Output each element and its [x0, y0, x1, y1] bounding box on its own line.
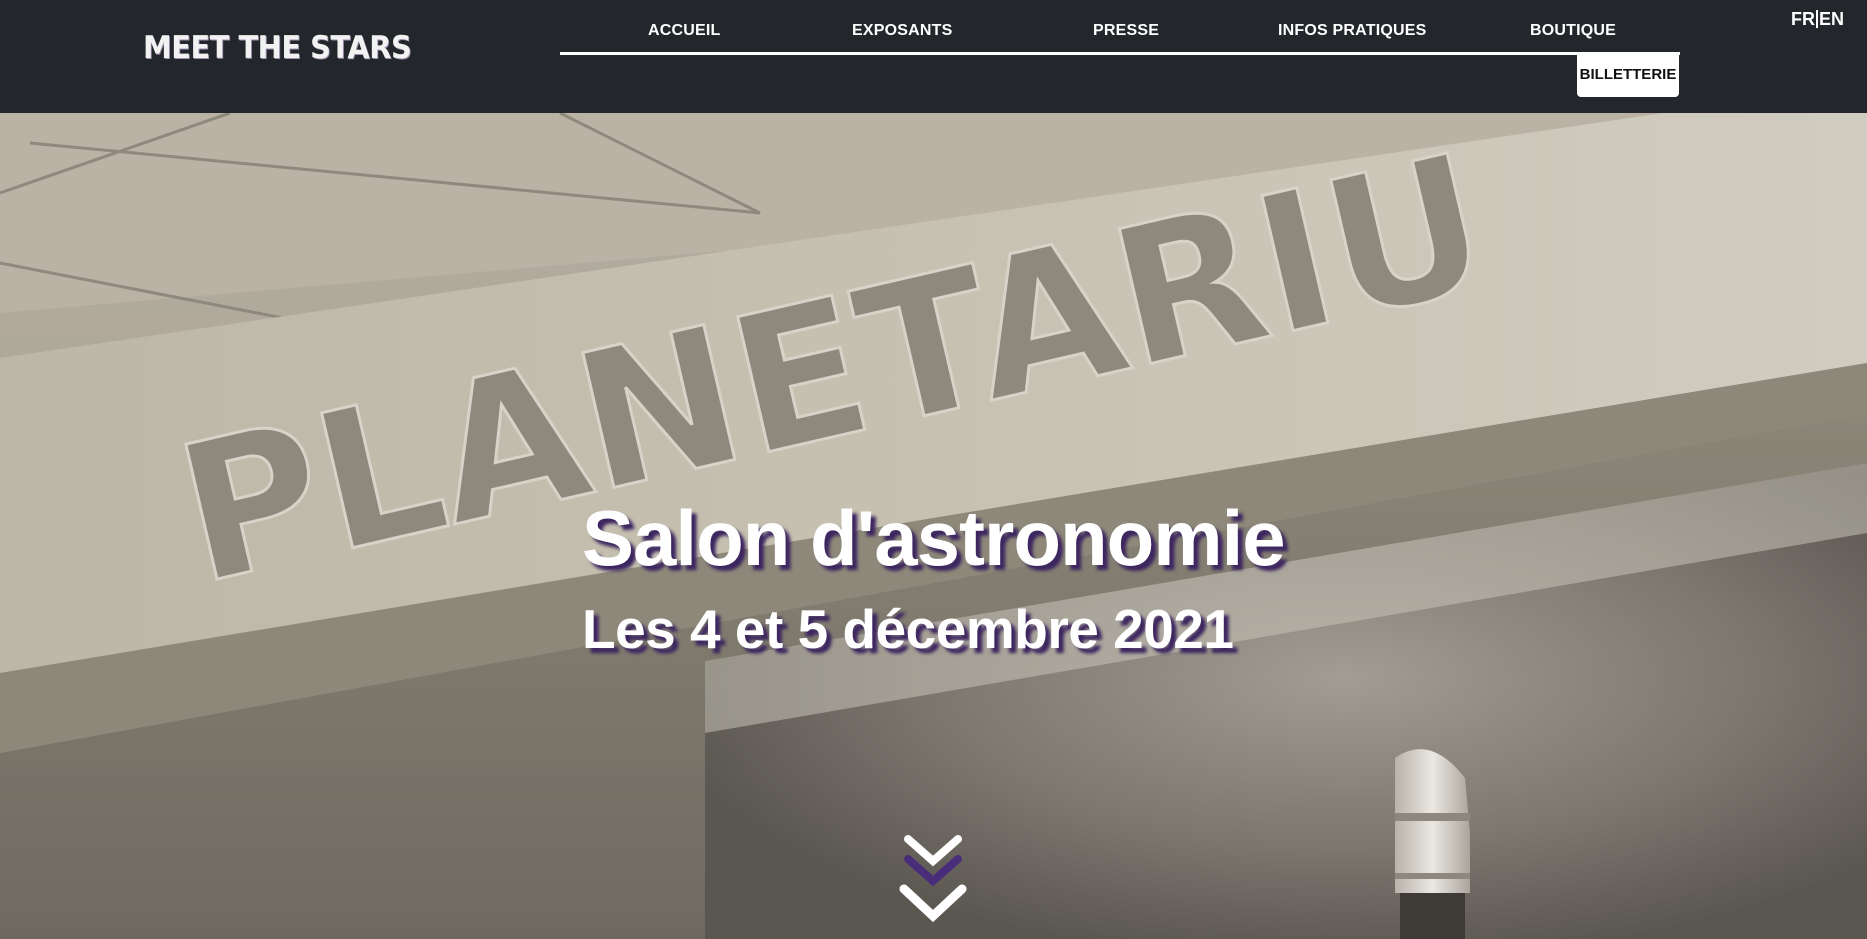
nav-item-exposants[interactable]: EXPOSANTS: [852, 22, 953, 40]
lang-fr-link[interactable]: FR: [1791, 9, 1815, 29]
main-nav: ACCUEIL EXPOSANTS PRESSE INFOS PRATIQUES…: [560, 0, 1680, 113]
site-logo[interactable]: MEET THE STARS: [143, 30, 412, 66]
ticket-button[interactable]: BILLETTERIE: [1577, 53, 1679, 97]
nav-item-presse[interactable]: PRESSE: [1093, 22, 1159, 40]
site-header: MEET THE STARS ACCUEIL EXPOSANTS PRESSE …: [0, 0, 1867, 113]
lang-en-link[interactable]: EN: [1819, 9, 1844, 29]
language-switcher: FR EN: [1791, 9, 1844, 30]
hero-subtitle: Les 4 et 5 décembre 2021: [582, 598, 1234, 660]
lang-separator: [1816, 10, 1818, 28]
nav-item-boutique[interactable]: BOUTIQUE: [1530, 22, 1616, 40]
nav-item-infos-pratiques[interactable]: INFOS PRATIQUES: [1278, 22, 1427, 40]
double-chevron-down-icon[interactable]: [898, 831, 968, 931]
nav-underline: [560, 52, 1680, 55]
hero-section: PLANETARIU Salon d'astronomie Les 4 et 5…: [0, 113, 1867, 939]
nav-item-accueil[interactable]: ACCUEIL: [648, 22, 721, 40]
hero-title: Salon d'astronomie: [582, 494, 1286, 582]
